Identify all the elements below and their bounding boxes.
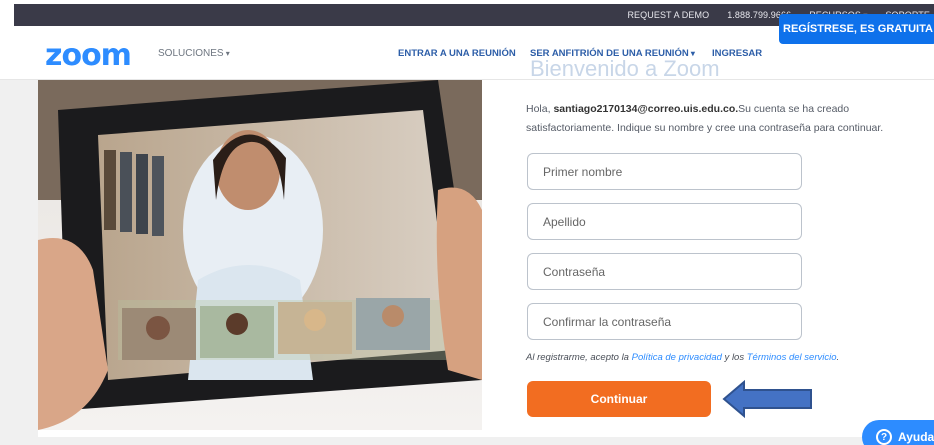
terms-suffix: .	[836, 352, 840, 363]
password-placeholder: Contraseña	[543, 264, 606, 279]
first-name-placeholder: Primer nombre	[543, 164, 623, 179]
first-name-field[interactable]: Primer nombre	[527, 153, 802, 190]
request-demo-link[interactable]: REQUEST A DEMO	[627, 10, 709, 20]
terms-and: y los	[721, 352, 747, 363]
terms-of-service-link[interactable]: Términos del servicio	[747, 352, 837, 363]
terms-notice: Al registrarme, acepto la Política de pr…	[526, 352, 839, 363]
terms-prefix: Al registrarme, acepto la	[526, 352, 632, 363]
welcome-title: Bienvenido a Zoom	[530, 56, 720, 81]
solutions-menu[interactable]: SOLUCIONES	[158, 48, 230, 59]
confirm-password-placeholder: Confirmar la contraseña	[543, 314, 672, 329]
help-button[interactable]: ? Ayuda	[862, 420, 934, 445]
question-icon: ?	[876, 429, 892, 445]
greeting-text: Hola, santiago2170134@correo.uis.edu.co.…	[526, 100, 896, 138]
left-arrow-annotation	[722, 379, 812, 419]
signup-button[interactable]: REGÍSTRESE, ES GRATUITA	[779, 14, 934, 44]
help-label: Ayuda	[898, 430, 934, 444]
last-name-placeholder: Apellido	[543, 214, 586, 229]
continue-button[interactable]: Continuar	[527, 381, 711, 417]
user-email: santiago2170134@correo.uis.edu.co.	[553, 103, 739, 115]
tablet-video-call-image	[38, 80, 482, 430]
confirm-password-field[interactable]: Confirmar la contraseña	[527, 303, 802, 340]
zoom-logo[interactable]: zoom	[45, 38, 132, 73]
password-field[interactable]: Contraseña	[527, 253, 802, 290]
privacy-policy-link[interactable]: Política de privacidad	[632, 352, 722, 363]
greeting-prefix: Hola,	[526, 103, 554, 115]
last-name-field[interactable]: Apellido	[527, 203, 802, 240]
join-meeting-link[interactable]: ENTRAR A UNA REUNIÓN	[398, 48, 516, 59]
tablet-frame	[58, 80, 482, 410]
